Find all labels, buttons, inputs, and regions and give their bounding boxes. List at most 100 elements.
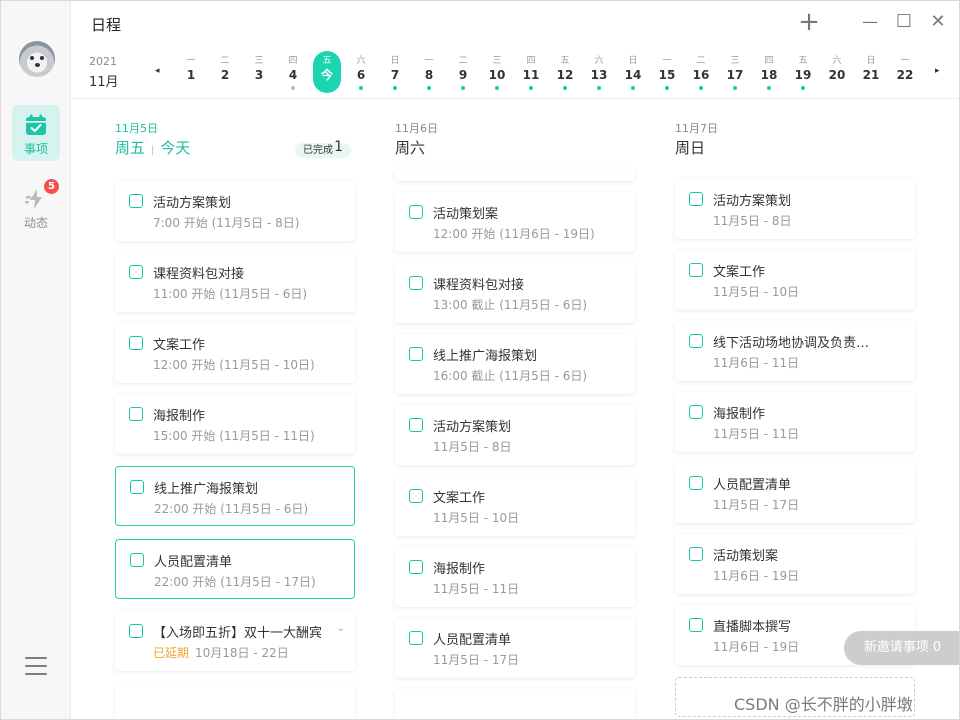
task-checkbox[interactable]: [689, 405, 703, 419]
task-card[interactable]: 课程资料包对接 11:00 开始 (11月5日 - 6日): [115, 252, 355, 312]
task-checkbox[interactable]: [409, 347, 423, 361]
day-cell[interactable]: 日7: [381, 51, 409, 93]
day-number: 2: [220, 68, 230, 82]
task-checkbox[interactable]: [689, 263, 703, 277]
weekday-label: 六: [594, 56, 604, 66]
chevron-down-icon[interactable]: ⌄: [337, 623, 345, 634]
weekday-label: 二: [696, 56, 706, 66]
month-label[interactable]: 11月: [89, 71, 119, 90]
prev-arrow-icon[interactable]: ◂: [155, 66, 160, 76]
column-day: 周日: [675, 139, 706, 157]
task-checkbox[interactable]: [130, 553, 144, 567]
task-card[interactable]: 文案工作 11月5日 - 10日: [675, 250, 915, 310]
task-checkbox[interactable]: [409, 418, 423, 432]
task-checkbox[interactable]: [689, 334, 703, 348]
task-time: 11月6日 - 11日: [713, 356, 800, 370]
task-card[interactable]: 【入场即五折】双十一大酬宾 已延期 10月18日 - 22日 ⌄: [115, 611, 355, 671]
weekday-label: 六: [832, 56, 842, 66]
task-card[interactable]: 活动方案策划 7:00 开始 (11月5日 - 8日): [115, 181, 355, 241]
menu-icon[interactable]: [25, 657, 47, 675]
watermark: CSDN @长不胖的小胖墩: [734, 695, 913, 714]
completed-pill[interactable]: 已完成 1: [295, 140, 351, 158]
task-checkbox[interactable]: [129, 624, 143, 638]
weekday-label: 一: [662, 56, 672, 66]
day-number: 1: [186, 68, 196, 82]
task-card[interactable]: 文案工作 11月5日 - 10日: [395, 476, 635, 536]
task-checkbox[interactable]: [689, 192, 703, 206]
day-cell[interactable]: 一1: [177, 51, 205, 93]
task-checkbox[interactable]: [409, 205, 423, 219]
task-card[interactable]: 文案工作 12:00 开始 (11月5日 - 10日): [115, 323, 355, 383]
task-title: 文案工作: [713, 265, 766, 280]
day-cell[interactable]: 四4: [279, 51, 307, 93]
avatar-eye: [40, 56, 44, 60]
day-cell[interactable]: 三3: [245, 51, 273, 93]
nav-item-activity[interactable]: 5 动态: [12, 179, 60, 235]
close-button[interactable]: ✕: [927, 11, 949, 33]
task-card[interactable]: 活动策划案 11月6日 - 19日: [675, 534, 915, 594]
task-checkbox[interactable]: [130, 480, 144, 494]
day-number: 20: [828, 68, 846, 82]
day-cell[interactable]: 一8: [415, 51, 443, 93]
event-dot: [529, 86, 533, 90]
day-cell[interactable]: 一 15: [653, 51, 681, 93]
task-time: 11月5日 - 8日: [433, 440, 512, 454]
task-title: 海报制作: [153, 409, 206, 424]
day-cell[interactable]: 一 22: [891, 51, 919, 93]
task-card[interactable]: 海报制作 11月5日 - 11日: [675, 392, 915, 452]
task-checkbox[interactable]: [689, 547, 703, 561]
task-title: 课程资料包对接: [433, 278, 525, 293]
task-card[interactable]: 线上推广海报策划 22:00 开始 (11月5日 - 6日): [115, 466, 355, 526]
task-checkbox[interactable]: [129, 265, 143, 279]
task-card[interactable]: 人员配置清单 22:00 开始 (11月5日 - 17日): [115, 539, 355, 599]
task-card[interactable]: 活动策划案 12:00 开始 (11月6日 - 19日): [395, 192, 635, 252]
task-checkbox[interactable]: [129, 194, 143, 208]
task-card[interactable]: 活动方案策划 11月5日 - 8日: [395, 405, 635, 465]
day-cell[interactable]: 五 19: [789, 51, 817, 93]
add-button[interactable]: +: [798, 9, 820, 35]
nav-item-tasks[interactable]: 事项: [12, 105, 60, 161]
task-checkbox[interactable]: [129, 336, 143, 350]
day-cell[interactable]: 二2: [211, 51, 239, 93]
day-cell[interactable]: 六6: [347, 51, 375, 93]
task-checkbox[interactable]: [409, 631, 423, 645]
task-card[interactable]: 海报制作 11月5日 - 11日: [395, 547, 635, 607]
next-arrow-icon[interactable]: ▸: [935, 66, 940, 76]
day-today[interactable]: 五今: [313, 51, 341, 93]
task-checkbox[interactable]: [409, 560, 423, 574]
task-card[interactable]: 课程资料包对接 13:00 截止 (11月5日 - 6日): [395, 263, 635, 323]
day-number: 3: [254, 68, 264, 82]
new-invite-button[interactable]: 新邀请事项 0: [844, 631, 959, 665]
overdue-label: 已延期: [153, 646, 190, 660]
day-cell[interactable]: 五 12: [551, 51, 579, 93]
day-cell[interactable]: 六 13: [585, 51, 613, 93]
task-checkbox[interactable]: [689, 618, 703, 632]
task-checkbox[interactable]: [689, 476, 703, 490]
day-cell[interactable]: 日 14: [619, 51, 647, 93]
maximize-button[interactable]: ☐: [893, 11, 915, 33]
day-cell[interactable]: 二 16: [687, 51, 715, 93]
task-checkbox[interactable]: [129, 407, 143, 421]
day-cell[interactable]: 三 17: [721, 51, 749, 93]
task-card[interactable]: 线下活动场地协调及负责… 11月6日 - 11日: [675, 321, 915, 381]
day-cell[interactable]: 六 20: [823, 51, 851, 93]
day-cell[interactable]: 四 18: [755, 51, 783, 93]
task-checkbox[interactable]: [409, 489, 423, 503]
task-card[interactable]: 活动方案策划 11月5日 - 8日: [675, 179, 915, 239]
task-subtitle: 11月5日 - 10日: [433, 509, 519, 526]
task-card[interactable]: 线上推广海报策划 16:00 截止 (11月5日 - 6日): [395, 334, 635, 394]
weekday-label: 二: [220, 56, 230, 66]
task-checkbox[interactable]: [409, 276, 423, 290]
day-cell[interactable]: 日 21: [857, 51, 885, 93]
task-card[interactable]: 人员配置清单 11月5日 - 17日: [675, 463, 915, 523]
task-card[interactable]: 海报制作 15:00 开始 (11月5日 - 11日): [115, 394, 355, 454]
task-time: 11月5日 - 11日: [713, 427, 800, 441]
task-time: 10月18日 - 22日: [195, 646, 289, 660]
minimize-button[interactable]: —: [859, 11, 881, 33]
day-cell[interactable]: 三 10: [483, 51, 511, 93]
avatar[interactable]: [19, 41, 55, 77]
day-number: 21: [862, 68, 880, 82]
task-card[interactable]: 人员配置清单 11月5日 - 17日: [395, 618, 635, 678]
day-cell[interactable]: 二9: [449, 51, 477, 93]
day-cell[interactable]: 四 11: [517, 51, 545, 93]
